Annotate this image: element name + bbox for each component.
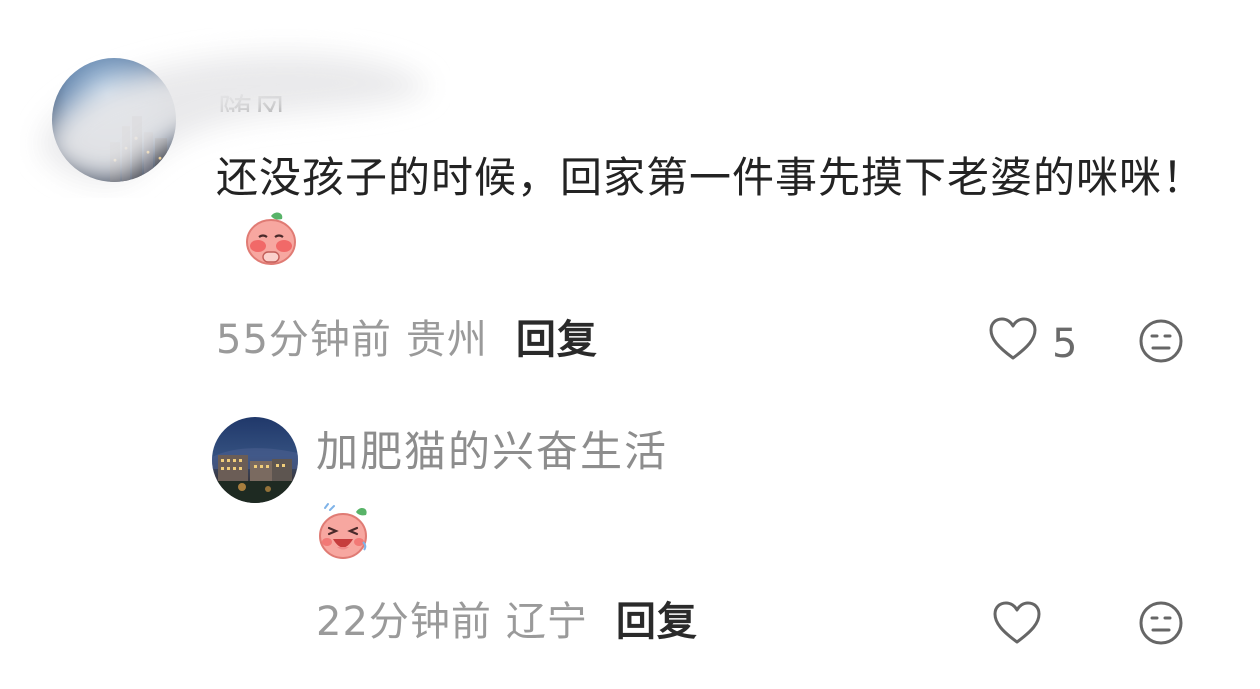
comment-time: 22分钟前 [316,599,492,645]
comment-time: 55分钟前 [216,317,392,363]
comment-author[interactable]: 加肥猫的兴奋生活 [316,426,668,478]
comment-location: 辽宁 [505,599,588,645]
like-count: 5 [1052,321,1078,367]
comment-meta: 22分钟前 辽宁 回复 [316,600,698,644]
laughing-peach-emoji [318,502,372,564]
heart-outline-icon[interactable] [992,600,1042,650]
heart-outline-icon[interactable] [988,316,1038,372]
reply-button[interactable]: 回复 [516,317,598,363]
comment-body: 还没孩子的时候，回家第一件事先摸下老婆的咪咪！ [216,153,1206,202]
comment-author[interactable]: 随风 [218,84,288,112]
like-button[interactable]: 5 [988,316,1077,372]
comment-meta: 55分钟前 贵州 回复 [216,318,598,362]
city-skyline-image [110,115,167,182]
reply-button[interactable]: 回复 [616,599,698,645]
neutral-face-icon[interactable] [1138,600,1184,650]
avatar[interactable] [52,58,176,182]
comment-text: 还没孩子的时候，回家第一件事先摸下老婆的咪咪！ [216,146,1216,284]
night-building-image [212,448,298,503]
comment-location: 贵州 [405,317,488,363]
blushing-peach-emoji [244,210,298,284]
avatar[interactable] [212,417,298,503]
neutral-face-icon[interactable] [1138,318,1184,368]
